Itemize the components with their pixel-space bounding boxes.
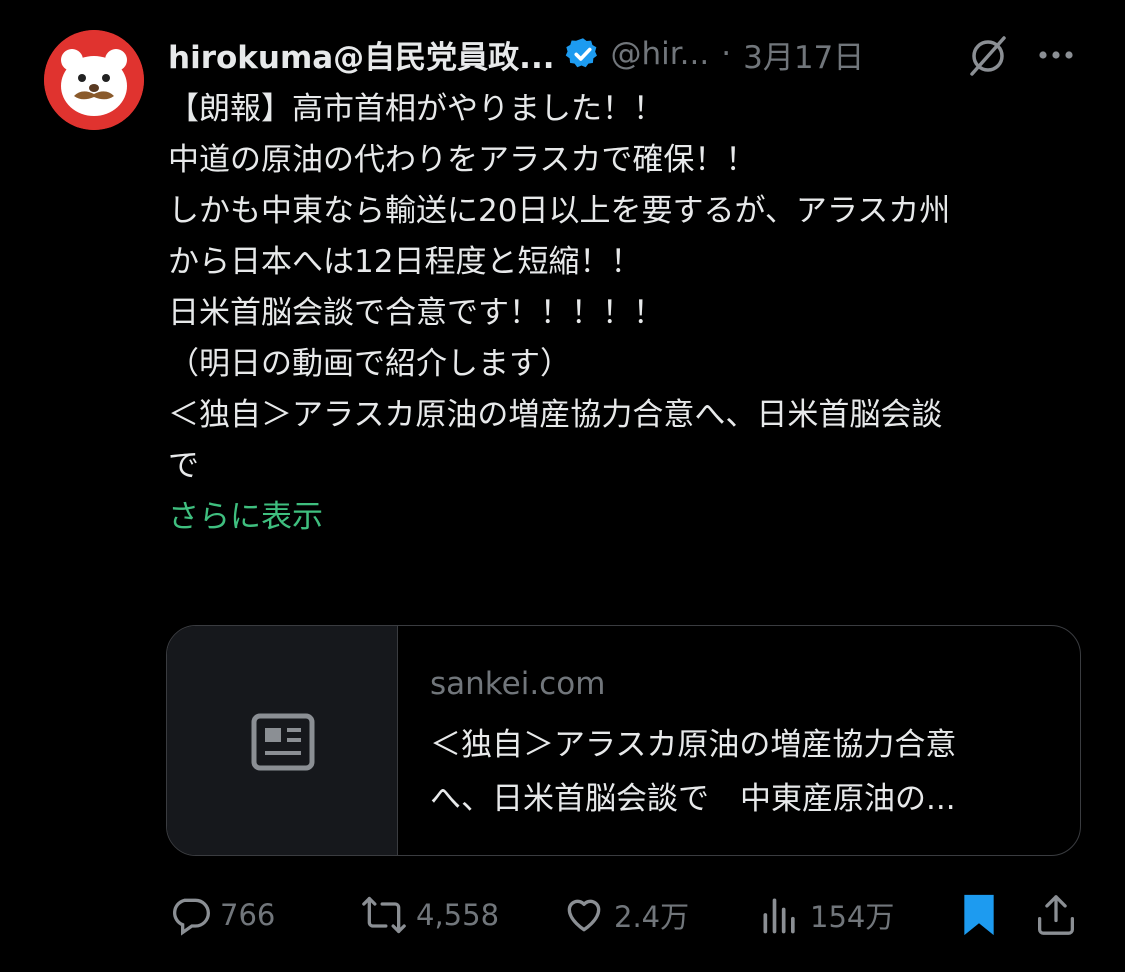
avatar[interactable]	[44, 30, 144, 130]
repost-count: 4,558	[416, 898, 500, 932]
views-button[interactable]: 154万	[758, 890, 894, 940]
post-text-line: 日米首脳会談で合意です！！！！！	[168, 295, 664, 331]
author-name[interactable]: hirokuma@自民党員政...	[168, 32, 555, 77]
bear-avatar-icon	[44, 30, 144, 130]
link-card-domain: sankei.com	[430, 666, 606, 702]
post-text-line: で	[168, 448, 199, 484]
post-text-line: から日本へは12日程度と短縮！！	[168, 244, 642, 280]
views-icon	[763, 898, 795, 934]
share-button[interactable]	[1036, 890, 1076, 940]
bookmark-button[interactable]	[960, 890, 998, 940]
bookmark-icon	[964, 894, 994, 936]
post-text-line: （明日の動画で紹介します）	[168, 346, 571, 382]
link-card-title: ＜独自＞アラスカ原油の増産協力合意 へ、日米首脳会談で 中東産原油の...	[430, 718, 1060, 826]
view-count: 154万	[810, 900, 895, 934]
post-text-line: 【朗報】高市首相がやりました！！	[168, 91, 664, 127]
repost-button[interactable]: 4,558	[360, 890, 499, 940]
more-icon[interactable]	[1036, 38, 1076, 72]
link-card-thumbnail	[167, 626, 398, 855]
verified-badge-icon	[565, 38, 597, 68]
like-count: 2.4万	[614, 900, 690, 934]
repost-icon	[362, 896, 406, 934]
post-date[interactable]: 3月17日	[743, 32, 864, 77]
share-icon	[1038, 895, 1074, 935]
like-button[interactable]: 2.4万	[562, 890, 689, 940]
separator: ·	[721, 36, 732, 72]
reply-icon	[173, 898, 210, 936]
post-text-line: 中道の原油の代わりをアラスカで確保！！	[168, 142, 757, 178]
show-more-link[interactable]: さらに表示	[168, 492, 1083, 543]
post-text-line: しかも中東なら輸送に20日以上を要するが、アラスカ州	[168, 193, 951, 229]
link-card[interactable]: sankei.com ＜独自＞アラスカ原油の増産協力合意 へ、日米首脳会談で 中…	[166, 625, 1081, 856]
post-text: 【朗報】高市首相がやりました！！ 中道の原油の代わりをアラスカで確保！！ しかも…	[168, 84, 1083, 543]
reply-button[interactable]: 766	[168, 890, 275, 940]
reply-count: 766	[220, 898, 276, 932]
post-text-line: ＜独自＞アラスカ原油の増産協力合意へ、日米首脳会談	[168, 397, 943, 433]
news-icon	[251, 713, 315, 771]
post-header: hirokuma@自民党員政... @hir... · 3月17日	[168, 28, 1088, 80]
author-handle[interactable]: @hir...	[611, 36, 710, 72]
grok-icon[interactable]	[966, 34, 1010, 78]
like-icon	[567, 899, 601, 932]
link-card-title-line: へ、日米首脳会談で 中東産原油の...	[430, 781, 956, 817]
action-bar: 766 4,558 2.4万 154万	[168, 890, 1080, 940]
link-card-title-line: ＜独自＞アラスカ原油の増産協力合意	[430, 727, 957, 763]
